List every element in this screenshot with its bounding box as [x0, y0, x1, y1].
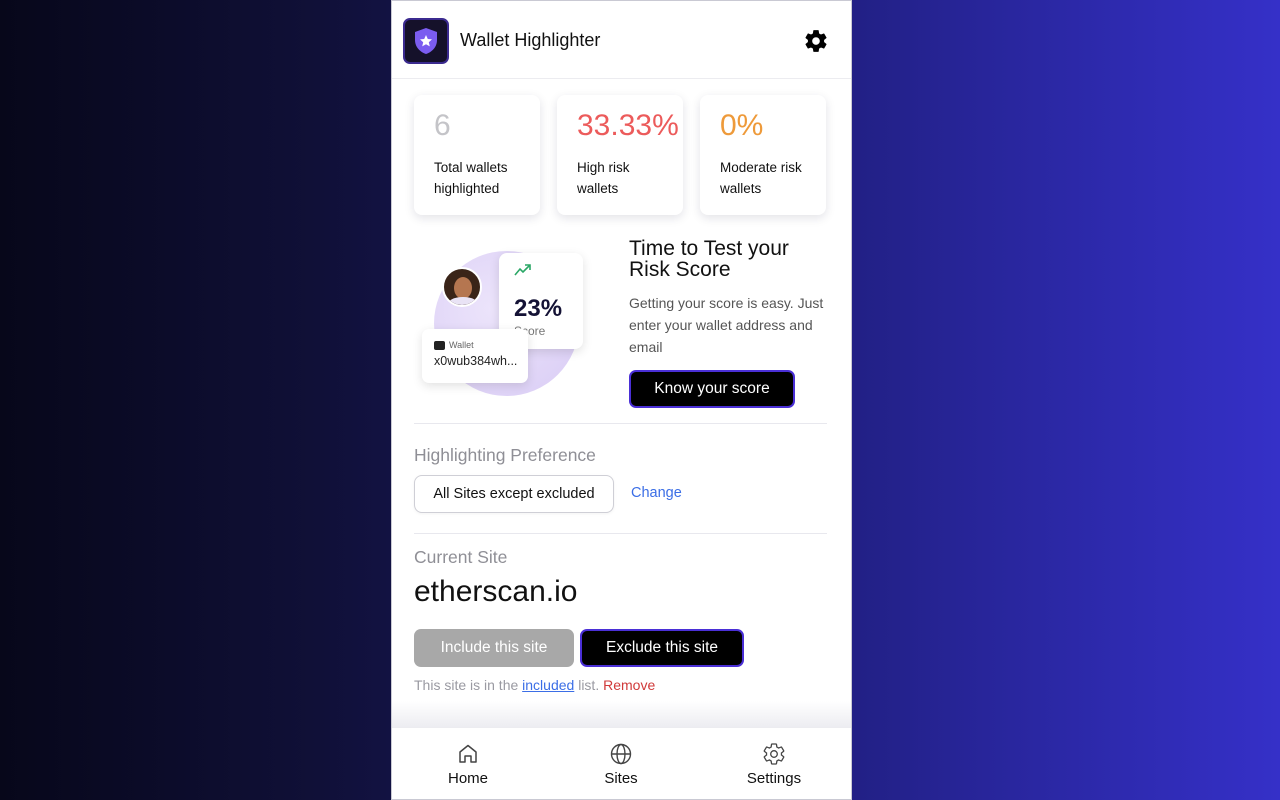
stat-card-total: 6 Total wallets highlighted [414, 95, 540, 215]
stat-card-high-risk: 33.33% High risk wallets [557, 95, 683, 215]
change-preference-link[interactable]: Change [631, 485, 682, 501]
nav-label-sites: Sites [604, 770, 638, 787]
remove-link[interactable]: Remove [603, 677, 655, 693]
stat-label-total: Total wallets highlighted [434, 160, 508, 196]
risk-score-illustration: 23% Score Wallet x0wub384wh... [414, 241, 614, 411]
wallet-address: x0wub384wh... [434, 354, 518, 368]
nav-item-home[interactable]: Home [413, 742, 523, 787]
avatar [442, 267, 482, 307]
app-title: Wallet Highlighter [460, 30, 601, 50]
stats-row: 6 Total wallets highlighted 33.33% High … [414, 95, 829, 217]
gear-icon[interactable] [803, 28, 829, 54]
current-site-name: etherscan.io [414, 575, 578, 608]
app-logo [403, 18, 449, 64]
nav-label-home: Home [447, 770, 488, 787]
site-status: This site is in the included list. Remov… [414, 677, 655, 693]
status-suffix: list. [578, 677, 600, 693]
scroll-fade [392, 701, 851, 727]
promo-text: Getting your score is easy. Just enter y… [629, 295, 824, 355]
bottom-nav: Home Sites Settings [392, 727, 851, 799]
wallet-icon [434, 341, 445, 350]
gear-icon [763, 743, 785, 765]
globe-icon [610, 743, 632, 765]
current-site-label: Current Site [414, 547, 508, 567]
stat-value-high-risk: 33.33% [577, 109, 679, 142]
home-icon [459, 744, 477, 763]
shield-star-icon [415, 28, 437, 54]
header: Wallet Highlighter [392, 1, 851, 79]
included-list-link[interactable]: included [522, 677, 574, 693]
trend-up-icon [514, 264, 531, 276]
stat-value-moderate-risk: 0% [720, 109, 764, 142]
preference-value: All Sites except excluded [414, 475, 614, 513]
preference-label: Highlighting Preference [414, 445, 596, 465]
extension-popup: Wallet Highlighter 6 Total wallets highl… [391, 0, 852, 800]
wallet-card: Wallet x0wub384wh... [422, 329, 528, 383]
stat-label-moderate-risk: Moderate risk wallets [720, 160, 802, 196]
nav-label-settings: Settings [746, 770, 802, 787]
divider [414, 423, 827, 424]
know-your-score-button[interactable]: Know your score [629, 370, 795, 408]
stat-card-moderate-risk: 0% Moderate risk wallets [700, 95, 826, 215]
wallet-label: Wallet [449, 340, 474, 350]
nav-item-settings[interactable]: Settings [719, 742, 829, 787]
exclude-site-button[interactable]: Exclude this site [580, 629, 744, 667]
score-value: 23% [514, 295, 563, 322]
promo-title: Time to Test your Risk Score [629, 237, 789, 281]
divider [414, 533, 827, 534]
nav-item-sites[interactable]: Sites [566, 742, 676, 787]
stat-label-high-risk: High risk wallets [577, 160, 630, 196]
stat-value-total: 6 [434, 109, 451, 142]
include-site-button[interactable]: Include this site [414, 629, 574, 667]
status-prefix: This site is in the [414, 677, 519, 693]
